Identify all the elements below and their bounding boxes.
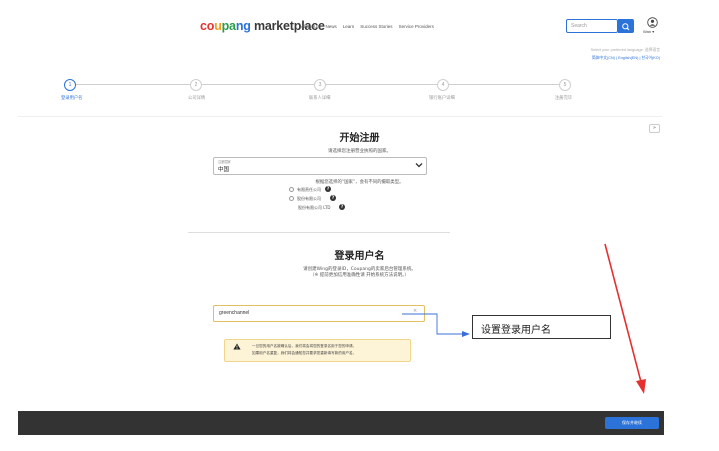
help-icon[interactable]: ?: [330, 195, 336, 201]
step-circle-3: 3: [314, 79, 326, 91]
warning-text-1: 一旦您的用户名被确认后，我们将会将您的登录名用于您的申请。: [252, 344, 357, 348]
help-icon[interactable]: ?: [339, 204, 345, 210]
nav-news[interactable]: News: [326, 24, 337, 29]
nav-service-providers[interactable]: Service Providers: [399, 24, 434, 29]
country-select-value: 中国: [218, 167, 230, 173]
search-button[interactable]: [618, 19, 634, 33]
save-continue-button[interactable]: 保存并继续: [605, 417, 659, 429]
business-type-label-3: 股份有限公司 LTD: [298, 205, 331, 210]
step-circle-4: 4: [437, 79, 449, 91]
footer-bar: [18, 411, 664, 435]
step-circle-1: 1: [64, 79, 76, 91]
business-type-radio-2[interactable]: [289, 196, 294, 201]
nav-success-stories[interactable]: Success Stories: [360, 24, 392, 29]
warning-icon: [233, 343, 241, 350]
step-circle-2: 2: [190, 79, 202, 91]
business-type-label-2: 股份有限公司: [297, 196, 321, 201]
step-circle-5: 5: [559, 79, 571, 91]
country-select-label: 注册国家: [218, 160, 231, 164]
start-subtitle: 请选择您注册营业执照的国家。: [328, 149, 391, 154]
section-divider: [188, 232, 450, 233]
step-label-5: 注册完毕: [555, 96, 573, 101]
nav-learn[interactable]: Learn: [343, 24, 355, 29]
warning-text-2: 如果用户名重复，我们将会通知您并要求您重新填写新的用户名。: [252, 351, 357, 355]
top-nav: About Us News Learn Success Stories Serv…: [301, 24, 434, 29]
business-type-note: 根据您选择的“国家”，会有不同的摄取类型。: [315, 180, 404, 185]
help-icon[interactable]: ?: [325, 186, 331, 192]
step-label-3: 联系人详细: [309, 96, 331, 101]
search-icon: [622, 23, 630, 31]
section-divider: [18, 116, 662, 117]
language-note: Select your preferred language. 选择语言: [590, 48, 660, 52]
username-value: greenchannel: [219, 310, 250, 316]
annotation-arrows: [402, 243, 646, 394]
business-type-radio-1[interactable]: [289, 187, 294, 192]
language-links[interactable]: 简体中文(CN) | English(EN) | 한국어(KO): [560, 56, 660, 61]
nav-about-us[interactable]: About Us: [301, 24, 320, 29]
business-type-label-1: 有限责任公司: [297, 187, 321, 192]
search-input[interactable]: Search: [566, 19, 618, 33]
user-icon[interactable]: [647, 17, 658, 28]
user-menu-label[interactable]: Wan ▾: [643, 29, 654, 34]
start-title: 开始注册: [339, 133, 380, 144]
login-subtitle-2: （※ 提前更加信用准确性请 开始系统方法说明。）: [310, 273, 409, 278]
step-label-1: 登录用户名: [61, 96, 83, 101]
clear-icon[interactable]: ×: [413, 308, 417, 314]
step-label-2: 公司详情: [188, 96, 206, 101]
login-title: 登录用户名: [334, 251, 385, 262]
step-label-4: 银行账户详细: [429, 96, 455, 101]
annotation-callout: 设置登录用户名: [472, 315, 611, 339]
country-select[interactable]: [213, 157, 427, 175]
chevron-down-icon: [415, 163, 423, 168]
